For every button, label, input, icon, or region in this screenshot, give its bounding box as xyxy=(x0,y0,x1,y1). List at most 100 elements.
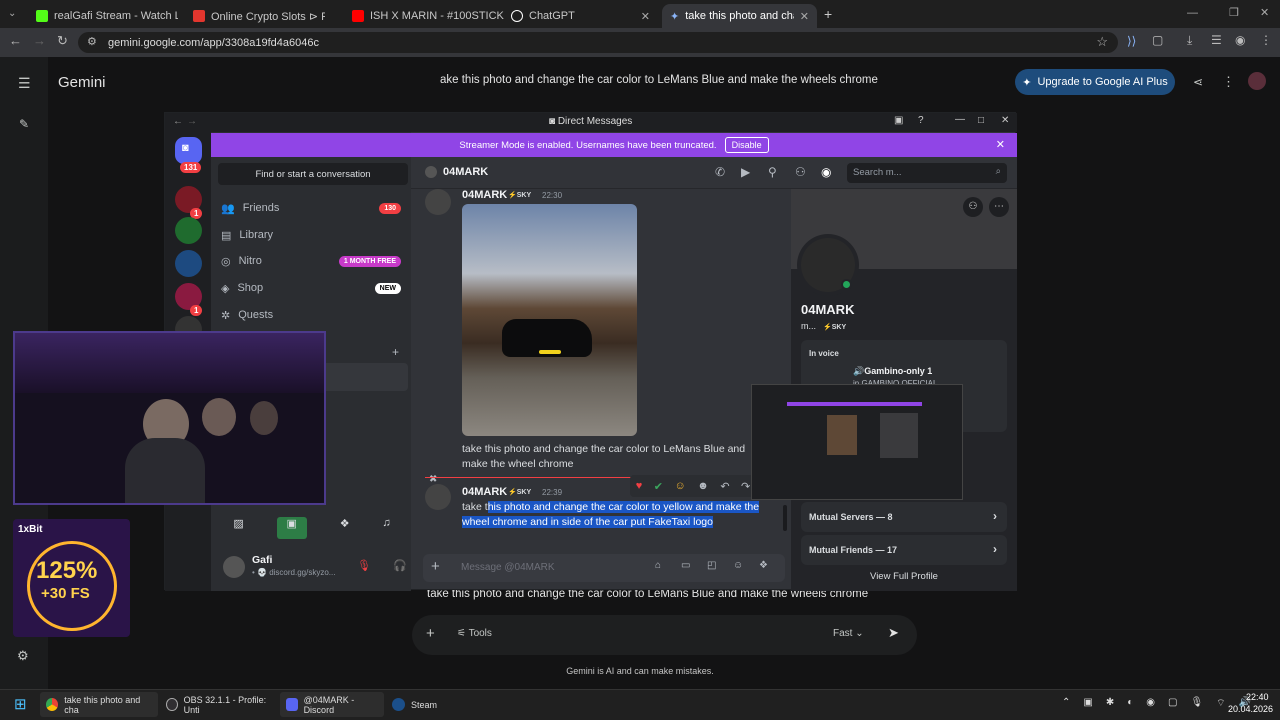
download-icon[interactable]: ⤓ xyxy=(1187,33,1192,48)
taskbar-discord[interactable]: @04MARK - Discord xyxy=(280,692,384,717)
close-icon[interactable]: ✕ xyxy=(800,10,809,23)
message-input[interactable]: + Message @04MARK ⌂ ▭ ◰ ☺ ❖ xyxy=(423,554,785,582)
add-reaction-icon[interactable]: ☻ xyxy=(697,480,709,492)
taskbar-chrome[interactable]: take this photo and cha xyxy=(40,692,158,717)
video-call-icon[interactable]: ▶ xyxy=(741,165,750,179)
help-icon[interactable]: ? xyxy=(918,115,924,126)
heart-reaction-icon[interactable]: ♥ xyxy=(636,480,643,492)
add-friend-icon[interactable]: ⚇ xyxy=(963,197,983,217)
tab-kick[interactable]: realGafi Stream - Watch Live on ✕ xyxy=(28,4,178,28)
avatar[interactable] xyxy=(425,189,451,215)
create-dm-icon[interactable]: + xyxy=(392,345,399,359)
clock-date[interactable]: 20.04.2026 xyxy=(1228,704,1273,714)
server-icon[interactable] xyxy=(175,217,202,244)
headphones-icon[interactable]: 🎧 xyxy=(393,559,407,572)
reply-icon[interactable]: ↶ xyxy=(720,480,729,493)
pin-icon[interactable]: ⚲ xyxy=(768,165,777,179)
chevron-up-icon[interactable]: ⌃ xyxy=(1062,697,1070,710)
screen-share-preview[interactable] xyxy=(751,384,963,500)
disable-button[interactable]: Disable xyxy=(724,137,769,153)
scrollbar[interactable] xyxy=(783,505,787,531)
avatar[interactable] xyxy=(223,556,245,578)
extension-icon[interactable]: ⟩⟩ xyxy=(1127,34,1136,48)
bookmark-star-icon[interactable]: ☆ xyxy=(1096,34,1108,50)
nav-nitro[interactable]: ◎ Nitro 1 MONTH FREE xyxy=(221,250,401,272)
apps-icon[interactable]: ❖ xyxy=(759,560,768,571)
activity-icon[interactable]: ❖ xyxy=(340,517,350,539)
gift-icon[interactable]: ⌂ xyxy=(655,560,661,571)
more-options-icon[interactable]: ⋮ xyxy=(1222,74,1235,90)
soundboard-icon[interactable]: ♫ xyxy=(382,517,390,539)
view-full-profile-link[interactable]: View Full Profile xyxy=(791,571,1017,582)
gemini-input-bar[interactable]: + ⚟ Tools Fast ⌄ ➤ xyxy=(412,615,917,655)
close-window-icon[interactable]: ✕ xyxy=(1001,115,1009,126)
tab-search-icon[interactable]: ⌄ xyxy=(8,8,16,19)
search-input[interactable]: Search m... ⌕ xyxy=(847,163,1007,183)
tab-chatgpt[interactable]: ChatGPT ✕ xyxy=(503,4,658,28)
account-avatar[interactable] xyxy=(1248,72,1266,90)
tab-crypto-slots[interactable]: Online Crypto Slots ⊳ Play ▣ ✕ xyxy=(185,4,325,28)
more-options-icon[interactable]: ⋯ xyxy=(989,197,1009,217)
tray-app-icon[interactable]: ▣ xyxy=(1083,697,1092,710)
bluetooth-icon[interactable]: ✱ xyxy=(1106,697,1114,710)
find-conversation-input[interactable]: Find or start a conversation xyxy=(218,163,408,185)
settings-gear-icon[interactable]: ⚙ xyxy=(17,648,29,664)
close-icon[interactable]: ✕ xyxy=(641,10,650,23)
new-chat-icon[interactable]: ✎ xyxy=(19,117,29,131)
mutual-servers-row[interactable]: Mutual Servers — 8 › xyxy=(801,502,1007,532)
add-friends-icon[interactable]: ⚇ xyxy=(795,165,806,179)
minimize-icon[interactable]: — xyxy=(1187,7,1198,19)
steam-tray-icon[interactable]: ◉ xyxy=(1146,697,1155,710)
reading-list-icon[interactable]: ☰ xyxy=(1211,33,1222,47)
attach-plus-icon[interactable]: + xyxy=(431,558,440,575)
new-tab-button[interactable]: + xyxy=(824,6,832,22)
nav-library[interactable]: ▤ Library xyxy=(221,224,401,246)
upgrade-button[interactable]: ✦ Upgrade to Google AI Plus xyxy=(1015,69,1175,95)
browser-menu-icon[interactable]: ⋮ xyxy=(1260,33,1272,47)
add-icon[interactable]: + xyxy=(426,625,435,642)
tools-button[interactable]: ⚟ Tools xyxy=(457,628,492,639)
taskbar-obs[interactable]: OBS 32.1.1 - Profile: Unti xyxy=(160,692,278,717)
extensions-puzzle-icon[interactable]: ▢ xyxy=(1152,33,1163,47)
message-author[interactable]: 04MARK xyxy=(462,486,507,498)
maximize-icon[interactable]: ❐ xyxy=(1229,6,1239,19)
back-arrow-icon[interactable]: ← xyxy=(9,33,22,48)
tray-app-icon[interactable]: ◐ xyxy=(1127,697,1133,710)
inbox-icon[interactable]: ▣ xyxy=(894,115,903,126)
site-info-icon[interactable]: ⚙ xyxy=(87,35,97,48)
mutual-friends-row[interactable]: Mutual Friends — 17 › xyxy=(801,535,1007,565)
tray-app-icon[interactable]: ▢ xyxy=(1168,697,1177,710)
server-icon[interactable] xyxy=(175,250,202,277)
clock-time[interactable]: 22:40 xyxy=(1246,692,1269,702)
forward-arrow-icon[interactable]: → xyxy=(33,33,46,48)
hamburger-menu-icon[interactable]: ☰ xyxy=(18,75,31,92)
emoji-icon[interactable]: ☺ xyxy=(733,560,743,571)
car-photo-attachment[interactable] xyxy=(462,204,637,436)
network-icon[interactable]: ⌔ xyxy=(1216,697,1225,710)
message-author[interactable]: 04MARK xyxy=(462,189,507,201)
url-field[interactable]: ⚙ gemini.google.com/app/3308a19fd4a6046c… xyxy=(78,32,1118,53)
nav-quests[interactable]: ✲ Quests xyxy=(221,304,401,326)
forward-icon[interactable]: ↷ xyxy=(741,480,750,493)
microphone-icon[interactable]: 🎙 xyxy=(1190,697,1203,710)
windows-start-icon[interactable]: ⊞ xyxy=(14,695,27,713)
send-icon[interactable]: ➤ xyxy=(888,625,899,641)
avatar[interactable] xyxy=(425,484,451,510)
sticker-icon[interactable]: ◰ xyxy=(707,560,716,571)
nav-shop[interactable]: ◈ Shop NEW xyxy=(221,277,401,299)
forward-arrow-icon[interactable]: → xyxy=(187,116,197,127)
reload-icon[interactable]: ↻ xyxy=(57,33,68,49)
back-arrow-icon[interactable]: ← xyxy=(173,116,183,127)
laugh-reaction-icon[interactable]: ☺ xyxy=(675,480,686,492)
tab-youtube[interactable]: ISH X MARIN - #100STICKS (P ✕ xyxy=(344,4,504,28)
gif-icon[interactable]: ▭ xyxy=(681,560,690,571)
profile-icon[interactable]: ◉ xyxy=(1235,33,1245,47)
screen-share-icon[interactable]: ▣ xyxy=(276,517,307,539)
taskbar-steam[interactable]: Steam xyxy=(386,692,446,717)
voice-call-icon[interactable]: ✆ xyxy=(715,165,725,179)
user-profile-icon[interactable]: ◉ xyxy=(821,165,831,179)
mic-muted-icon[interactable]: 🎙 xyxy=(357,559,371,572)
minimize-icon[interactable]: — xyxy=(955,114,965,125)
nav-friends[interactable]: 👥 Friends 130 xyxy=(221,197,401,219)
check-reaction-icon[interactable]: ✔ xyxy=(654,480,663,493)
